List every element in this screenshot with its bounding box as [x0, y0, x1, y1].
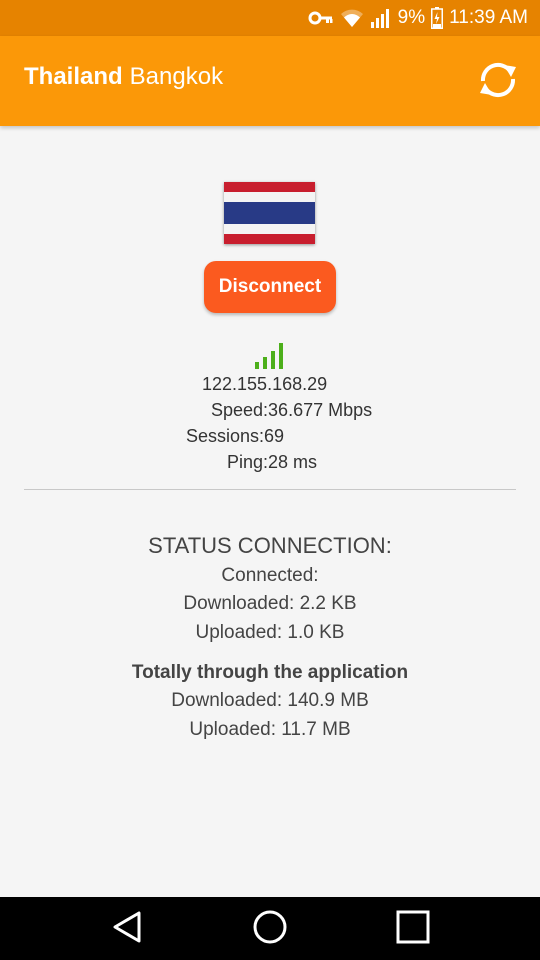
country-name: Thailand	[24, 63, 123, 90]
battery-icon	[431, 7, 444, 29]
server-ip: 122.155.168.29	[202, 374, 328, 394]
connection-state: Connected:	[221, 565, 319, 586]
server-ping: Ping:28 ms	[227, 452, 318, 472]
session-uploaded: Uploaded: 1.0 KB	[195, 622, 345, 643]
totals-heading: Totally through the application	[131, 662, 409, 683]
session-downloaded: Downloaded: 2.2 KB	[183, 593, 357, 614]
thailand-flag	[224, 182, 315, 244]
server-speed: Speed:36.677 Mbps	[211, 400, 373, 420]
home-icon	[252, 909, 288, 950]
divider	[24, 489, 516, 490]
server-sessions: Sessions:69	[186, 426, 285, 446]
status-bar: 9% 11:39 AM	[0, 0, 540, 36]
back-button[interactable]	[105, 907, 149, 951]
total-uploaded: Uploaded: 11.7 MB	[189, 719, 351, 740]
recents-button[interactable]	[391, 907, 435, 951]
vpn-key-icon	[308, 9, 334, 27]
refresh-button[interactable]	[474, 58, 522, 106]
disconnect-button[interactable]: Disconnect	[204, 261, 336, 313]
signal-strength-icon	[255, 342, 287, 370]
city-name: Bangkok	[129, 63, 224, 90]
back-icon	[111, 910, 143, 949]
battery-percent: 9%	[397, 7, 426, 28]
home-button[interactable]	[248, 907, 292, 951]
cell-signal-icon	[370, 8, 392, 28]
refresh-icon	[477, 62, 519, 103]
recents-icon	[396, 910, 430, 949]
wifi-icon	[340, 8, 364, 28]
page-title: Thailand Bangkok	[24, 63, 223, 91]
clock: 11:39 AM	[449, 7, 528, 28]
status-heading: STATUS CONNECTION:	[148, 533, 392, 558]
navigation-bar	[0, 897, 540, 960]
total-downloaded: Downloaded: 140.9 MB	[171, 690, 369, 711]
app-bar: Thailand Bangkok	[0, 36, 540, 126]
